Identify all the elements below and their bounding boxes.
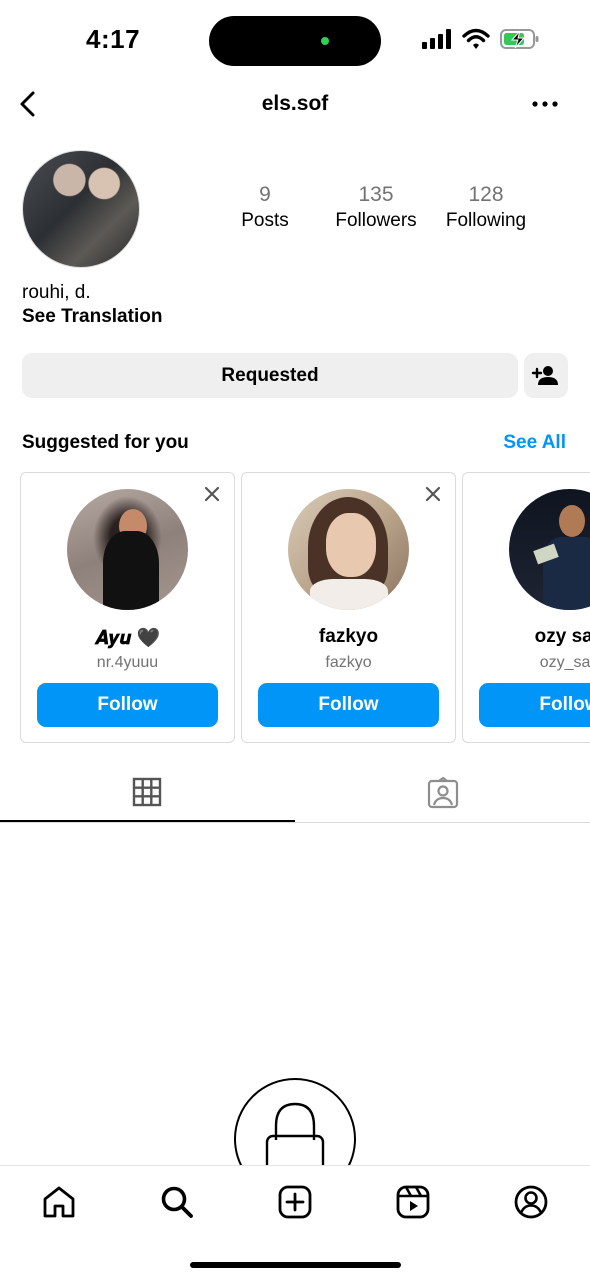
close-icon[interactable] <box>425 486 441 502</box>
grid-icon <box>132 777 162 807</box>
suggested-title: Suggested for you <box>22 432 189 453</box>
create-plus-icon[interactable] <box>277 1184 313 1220</box>
status-time: 4:17 <box>86 24 141 54</box>
card-name: ozy san <box>534 626 590 647</box>
search-icon[interactable] <box>159 1184 195 1220</box>
suggestion-carousel[interactable]: 𝑨𝒚𝒖 🖤 nr.4yuuu Follow fazkyo fazkyo Foll… <box>0 472 590 744</box>
home-indicator <box>190 1262 401 1268</box>
suggestion-card[interactable]: fazkyo fazkyo Follow <box>241 472 456 743</box>
stat-posts[interactable]: 9 Posts <box>210 183 320 232</box>
profile-header: els.sof <box>0 80 590 128</box>
stat-followers[interactable]: 135 Followers <box>321 183 431 232</box>
stat-label: Posts <box>241 210 289 231</box>
stat-value: 9 <box>259 183 271 206</box>
follow-button[interactable]: Follow <box>37 683 218 727</box>
more-dots-icon[interactable] <box>530 94 560 114</box>
card-handle: fazkyo <box>325 654 372 671</box>
profile-avatar[interactable] <box>22 150 140 268</box>
stat-value: 135 <box>358 183 394 206</box>
profile-icon[interactable] <box>513 1184 549 1220</box>
follow-button[interactable]: Follow <box>258 683 439 727</box>
stat-value: 128 <box>468 183 504 206</box>
tab-tagged[interactable] <box>295 760 590 822</box>
suggestion-card[interactable]: ozy san ozy_san Follow <box>462 472 590 743</box>
see-translation-link[interactable]: See Translation <box>22 306 162 328</box>
page-title: els.sof <box>261 92 329 115</box>
home-icon[interactable] <box>41 1184 77 1220</box>
requested-button[interactable]: Requested <box>22 353 518 398</box>
stat-label: Followers <box>335 210 417 231</box>
status-icons <box>422 28 540 50</box>
card-name: 𝑨𝒚𝒖 🖤 <box>94 628 161 649</box>
cellular-signal-icon <box>422 29 451 49</box>
tagged-person-icon <box>427 777 459 809</box>
suggest-people-button[interactable] <box>524 353 568 398</box>
camera-indicator-icon <box>321 37 329 45</box>
wifi-icon <box>462 28 490 49</box>
card-handle: nr.4yuuu <box>96 654 159 671</box>
battery-charging-icon <box>500 29 539 49</box>
reels-icon[interactable] <box>395 1184 431 1220</box>
dynamic-island <box>209 16 381 66</box>
content-tabs <box>0 760 590 823</box>
card-handle: ozy_san <box>539 654 590 671</box>
bio-name: rouhi, d. <box>22 282 91 303</box>
status-bar: 4:17 <box>0 0 590 80</box>
tab-posts-grid[interactable] <box>0 760 295 822</box>
avatar[interactable] <box>509 489 590 610</box>
stat-following[interactable]: 128 Following <box>431 183 541 232</box>
profile-stats: 9 Posts 135 Followers 128 Following <box>210 183 550 243</box>
avatar[interactable] <box>67 489 188 610</box>
add-person-icon <box>531 366 558 385</box>
close-icon[interactable] <box>204 486 220 502</box>
stat-label: Following <box>445 210 527 231</box>
avatar[interactable] <box>288 489 409 610</box>
see-all-link[interactable]: See All <box>503 432 566 454</box>
follow-button[interactable]: Follow <box>479 683 590 727</box>
suggestion-card[interactable]: 𝑨𝒚𝒖 🖤 nr.4yuuu Follow <box>20 472 235 743</box>
card-name: fazkyo <box>318 626 379 647</box>
